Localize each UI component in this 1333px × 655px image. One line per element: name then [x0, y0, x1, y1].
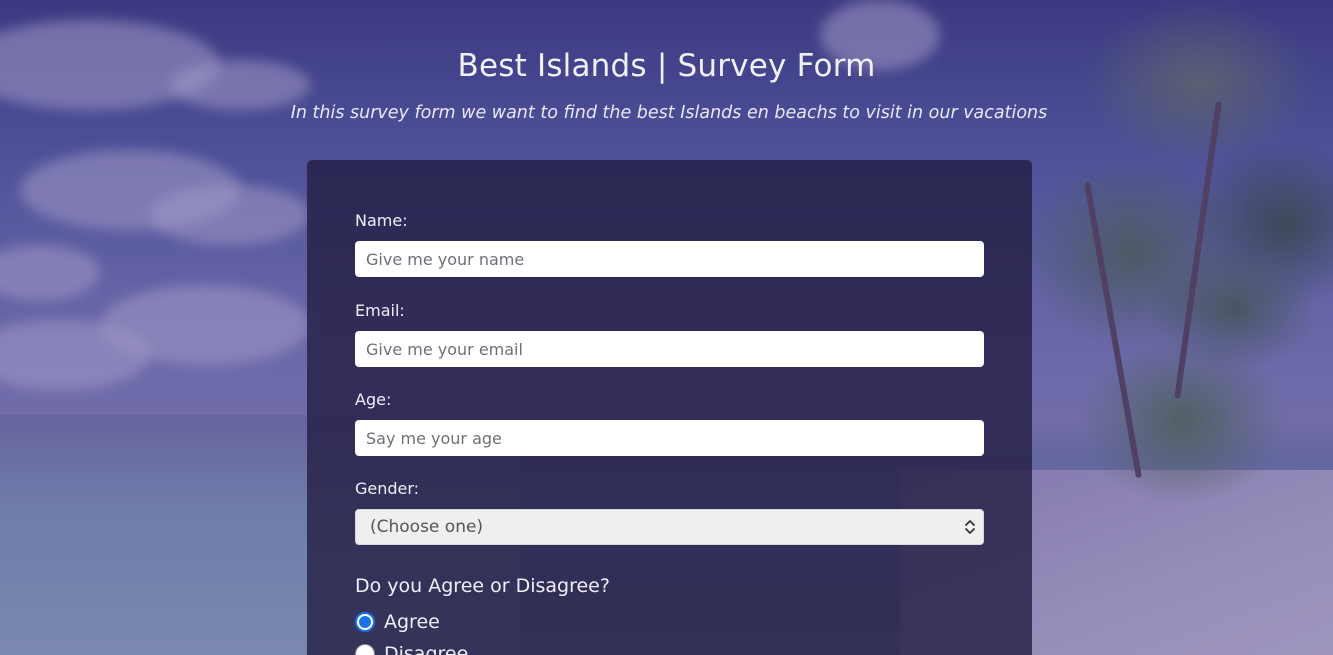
page-title: Best Islands | Survey Form: [457, 48, 876, 84]
radio-button-disagree[interactable]: [355, 644, 375, 655]
radio-option-disagree[interactable]: Disagree: [355, 643, 468, 655]
gender-label: Gender:: [355, 479, 420, 498]
gender-select[interactable]: (Choose one): [355, 509, 984, 545]
email-label: Email:: [355, 301, 405, 320]
chevron-up-down-icon: [963, 518, 977, 536]
radio-label-disagree: Disagree: [384, 643, 469, 655]
gender-select-value: (Choose one): [370, 517, 484, 537]
name-label: Name:: [355, 211, 408, 230]
email-input[interactable]: [355, 331, 984, 367]
age-input[interactable]: [355, 420, 984, 456]
radio-button-agree[interactable]: [355, 612, 375, 632]
age-label: Age:: [355, 390, 392, 409]
survey-form: Name: Email: Age: Gender: (Choose one) D…: [307, 160, 1032, 655]
radio-option-agree[interactable]: Agree: [355, 611, 440, 633]
name-input[interactable]: [355, 241, 984, 277]
radio-label-agree: Agree: [384, 611, 440, 633]
page-description: In this survey form we want to find the …: [290, 103, 1048, 123]
agreement-question: Do you Agree or Disagree?: [355, 575, 610, 597]
